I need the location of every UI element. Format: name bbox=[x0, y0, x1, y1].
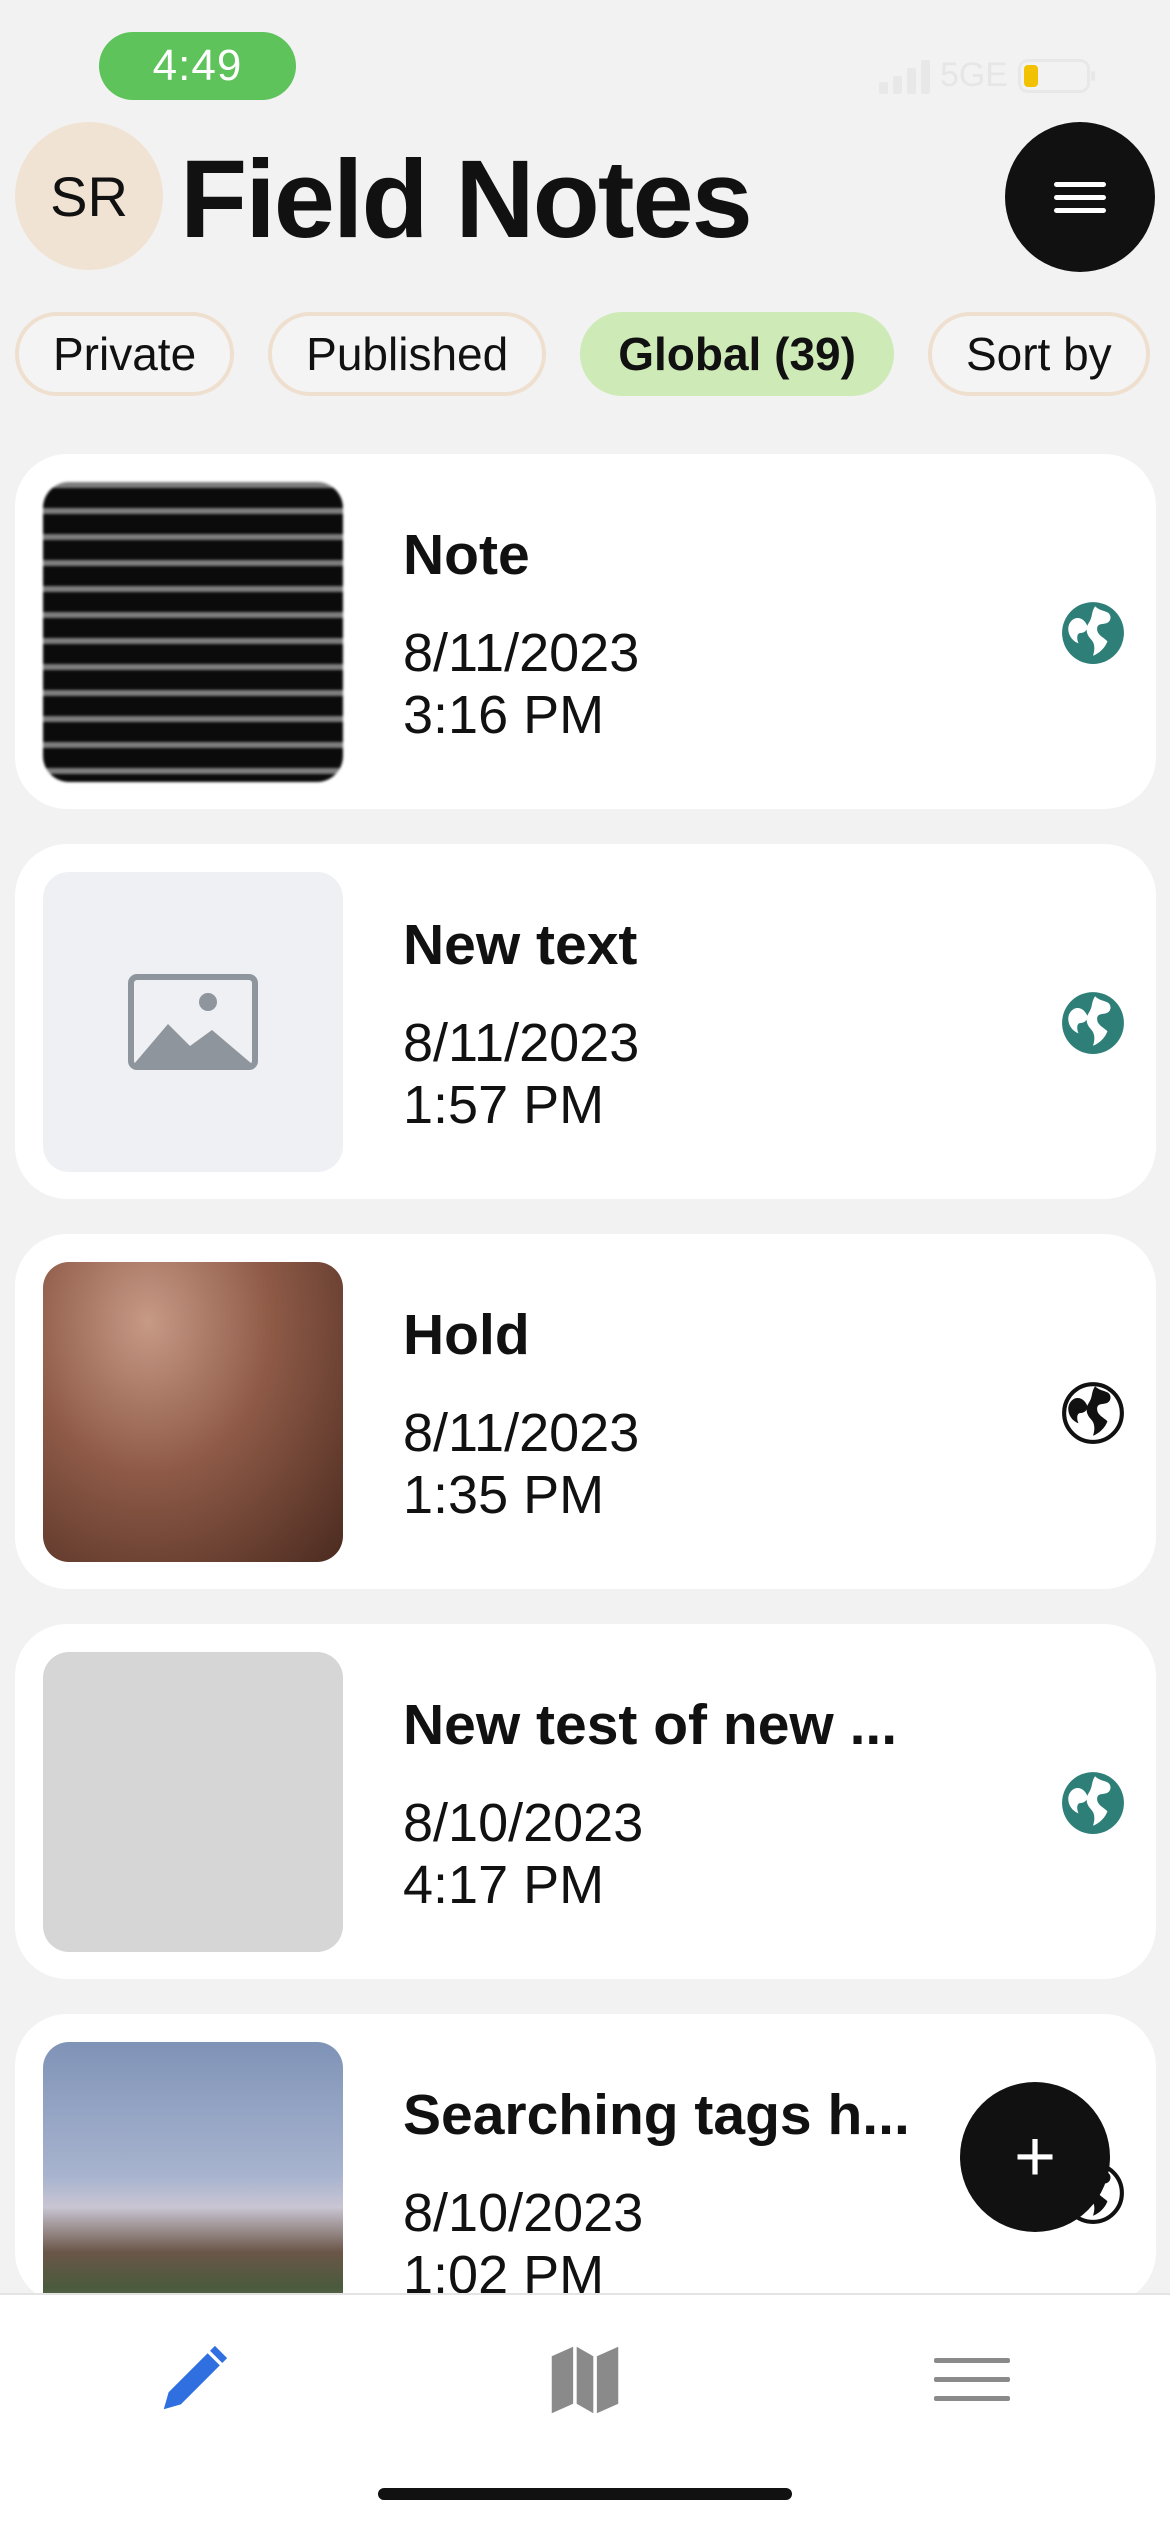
battery-icon bbox=[1018, 58, 1095, 93]
note-date: 8/11/2023 bbox=[403, 1013, 640, 1073]
note-thumbnail bbox=[43, 1652, 343, 1952]
filter-published[interactable]: Published bbox=[268, 312, 547, 396]
note-card[interactable]: Note 8/11/2023 3:16 PM bbox=[15, 454, 1156, 809]
tab-map[interactable] bbox=[525, 2335, 645, 2425]
note-time: 3:16 PM bbox=[403, 685, 605, 745]
avatar[interactable]: SR bbox=[15, 122, 163, 270]
filter-private[interactable]: Private bbox=[15, 312, 235, 396]
menu-button[interactable] bbox=[1005, 122, 1155, 272]
note-date: 8/11/2023 bbox=[403, 623, 640, 683]
tab-list[interactable] bbox=[912, 2335, 1032, 2425]
note-date: 8/10/2023 bbox=[403, 1793, 644, 1853]
note-card[interactable]: Hold 8/11/2023 1:35 PM bbox=[15, 1234, 1156, 1589]
note-time: 4:17 PM bbox=[403, 1855, 605, 1915]
note-title: Searching tags h... bbox=[403, 2083, 910, 2147]
note-date: 8/11/2023 bbox=[403, 1403, 640, 1463]
note-time: 1:57 PM bbox=[403, 1075, 605, 1135]
note-thumbnail bbox=[43, 872, 343, 1172]
signal-icon bbox=[878, 58, 930, 94]
sort-by-button[interactable]: Sort by bbox=[927, 312, 1150, 396]
map-icon bbox=[551, 2346, 619, 2414]
filter-bar: Private Published Global (39) Sort by bbox=[15, 312, 1170, 396]
network-label: 5GE bbox=[939, 56, 1008, 94]
globe-icon bbox=[1062, 1382, 1124, 1444]
note-title: Note bbox=[403, 523, 530, 587]
filter-global[interactable]: Global (39) bbox=[580, 312, 894, 396]
note-time: 1:35 PM bbox=[403, 1465, 605, 1525]
status-indicators: 5GE bbox=[878, 56, 1095, 95]
list-icon bbox=[934, 2358, 1010, 2401]
tab-notes[interactable] bbox=[133, 2335, 253, 2425]
note-title: New test of new ... bbox=[403, 1693, 898, 1757]
page-title: Field Notes bbox=[180, 138, 753, 261]
globe-icon bbox=[1062, 992, 1124, 1054]
hamburger-icon bbox=[1054, 174, 1106, 221]
home-indicator bbox=[378, 2488, 792, 2500]
note-card[interactable]: New test of new ... 8/10/2023 4:17 PM bbox=[15, 1624, 1156, 1979]
add-note-button[interactable]: + bbox=[960, 2082, 1110, 2232]
plus-icon: + bbox=[1013, 2117, 1057, 2197]
note-thumbnail bbox=[43, 482, 343, 782]
note-title: New text bbox=[403, 913, 638, 977]
pencil-icon bbox=[163, 2345, 228, 2410]
note-date: 8/10/2023 bbox=[403, 2183, 644, 2243]
status-time: 4:49 bbox=[99, 32, 296, 100]
globe-icon bbox=[1062, 602, 1124, 664]
globe-icon bbox=[1062, 1772, 1124, 1834]
image-placeholder-icon bbox=[128, 974, 258, 1070]
note-thumbnail bbox=[43, 1262, 343, 1562]
note-card[interactable]: New text 8/11/2023 1:57 PM bbox=[15, 844, 1156, 1199]
note-title: Hold bbox=[403, 1303, 530, 1367]
